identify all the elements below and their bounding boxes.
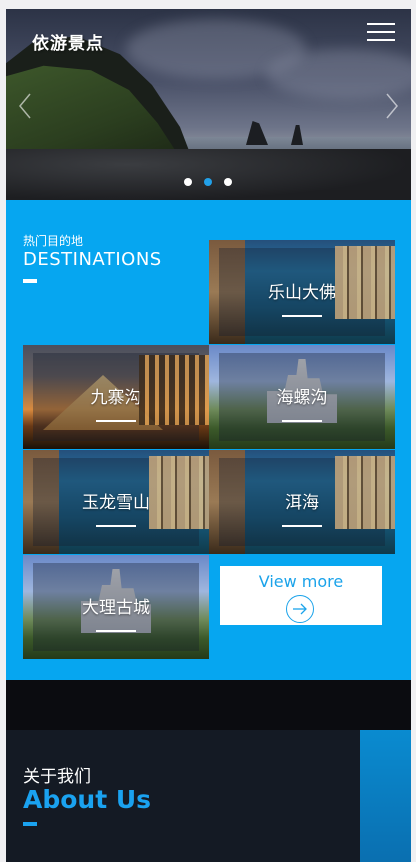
destination-card-hailuogou[interactable]: 海螺沟: [209, 345, 395, 449]
destination-underline: [282, 525, 322, 527]
hero-sea-stack: [291, 125, 303, 145]
destination-label: 玉龙雪山: [82, 493, 150, 513]
carousel-dot-3[interactable]: [224, 178, 232, 186]
view-more-label: View more: [258, 572, 344, 591]
destination-label: 海螺沟: [276, 388, 328, 408]
view-more-button[interactable]: View more: [220, 566, 382, 625]
carousel-dots: [184, 178, 232, 186]
page: 依游景点 热门目的地 DESTINATIONS 乐山大佛 九寨沟 海螺沟 玉龙雪…: [6, 9, 411, 862]
hero-sea-stack: [246, 121, 268, 145]
destination-card-dali[interactable]: 大理古城: [23, 555, 209, 659]
about-title-cn: 关于我们: [23, 767, 91, 787]
hero-banner[interactable]: 依游景点: [6, 9, 411, 200]
destination-label: 洱海: [285, 493, 319, 513]
chevron-right-icon[interactable]: [381, 91, 401, 121]
destination-label: 乐山大佛: [268, 283, 336, 303]
destinations-title-cn: 热门目的地: [23, 234, 84, 248]
destination-underline: [96, 630, 136, 632]
destination-underline: [282, 420, 322, 422]
destination-card-erhai[interactable]: 洱海: [209, 450, 395, 554]
hero-beach: [6, 149, 411, 200]
destination-card-leshan[interactable]: 乐山大佛: [209, 240, 395, 344]
chevron-left-icon[interactable]: [16, 91, 36, 121]
destination-underline: [282, 315, 322, 317]
destination-card-yulong[interactable]: 玉龙雪山: [23, 450, 209, 554]
destination-underline: [96, 525, 136, 527]
hamburger-icon[interactable]: [367, 23, 395, 41]
carousel-dot-1[interactable]: [184, 178, 192, 186]
about-title-en: About Us: [23, 785, 152, 814]
site-logo[interactable]: 依游景点: [32, 29, 104, 54]
destination-card-jiuzhaigou[interactable]: 九寨沟: [23, 345, 209, 449]
about-title-bar: [23, 822, 37, 826]
destinations-title-bar: [23, 279, 37, 283]
about-section: 关于我们 About Us: [6, 730, 411, 862]
carousel-dot-2[interactable]: [204, 178, 212, 186]
about-side-panel: [360, 730, 411, 862]
arrow-right-circle-icon: [286, 595, 314, 623]
destination-label: 九寨沟: [90, 388, 142, 408]
destination-underline: [96, 420, 136, 422]
destination-label: 大理古城: [82, 598, 150, 618]
destinations-section: 热门目的地 DESTINATIONS 乐山大佛 九寨沟 海螺沟 玉龙雪山 洱海: [6, 200, 411, 680]
destinations-title-en: DESTINATIONS: [23, 249, 162, 270]
